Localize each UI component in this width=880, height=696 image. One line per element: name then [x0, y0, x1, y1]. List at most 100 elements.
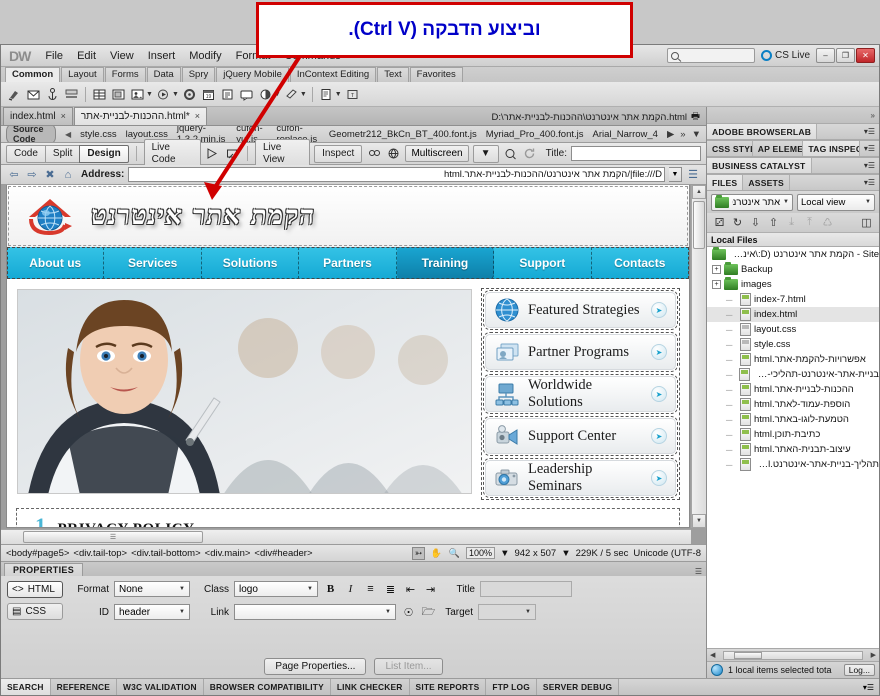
tree-item-layout-css[interactable]: ─ layout.css — [707, 322, 879, 337]
menu-view[interactable]: View — [103, 47, 141, 65]
widget-icon[interactable] — [181, 86, 198, 103]
panel-tab-business-catalyst[interactable]: BUSINESS CATALYST — [707, 158, 812, 173]
panel-tab-assets[interactable]: ASSETS — [743, 175, 790, 190]
address-input[interactable]: file:///D|/הקמת אתר אינטרנט/ההכנות-לבניי… — [128, 167, 665, 182]
tree-item-ktivat-tochen[interactable]: ─ כתיבת-תוכן.html — [707, 427, 879, 442]
page-properties-button[interactable]: Page Properties... — [264, 657, 367, 675]
chevron-right-icon[interactable]: ➤ — [651, 428, 667, 444]
css-mode-button[interactable]: ▤ CSS — [7, 603, 63, 620]
insert-tab-layout[interactable]: Layout — [61, 67, 104, 82]
document-tab-index[interactable]: index.html × — [3, 107, 73, 125]
view-selector[interactable]: Local view — [797, 193, 875, 211]
home-icon[interactable]: ⌂ — [61, 168, 75, 182]
design-view-button[interactable]: Design — [79, 144, 129, 163]
scroll-right-icon[interactable]: ▶ — [871, 651, 876, 659]
put-files-icon[interactable]: ⇧ — [767, 216, 780, 229]
source-code-button[interactable]: Source Code — [6, 126, 57, 142]
results-tab-server-debug[interactable]: SERVER DEBUG — [536, 679, 620, 695]
view-options-icon[interactable] — [366, 145, 382, 162]
search-input[interactable] — [666, 48, 755, 63]
script-icon[interactable] — [283, 86, 300, 103]
templates-dropdown-caret[interactable]: ▼ — [335, 91, 342, 98]
site-selector[interactable]: אתר אינטרנט — [711, 193, 793, 211]
zoom-tool-icon[interactable]: 🔍 — [448, 547, 461, 560]
window-size-select[interactable]: 942 x 507 — [514, 548, 556, 559]
feature-item-leadership-seminars[interactable]: Leadership Seminars ➤ — [483, 458, 678, 498]
nav-item-contacts[interactable]: Contacts — [592, 247, 689, 279]
scroll-up-icon[interactable]: ▲ — [692, 185, 706, 199]
tree-root-site[interactable]: Site - הקמת אתר אינטרנט (D:\אינטרנט\ — [707, 247, 879, 262]
code-view-button[interactable]: Code — [6, 144, 46, 163]
chevron-right-icon[interactable]: ➤ — [651, 386, 667, 402]
nav-item-support[interactable]: Support — [494, 247, 592, 279]
print-icon[interactable]: 🖶 — [691, 109, 700, 125]
tree-item-images[interactable]: + images — [707, 277, 879, 292]
horizontal-rule-icon[interactable] — [63, 86, 80, 103]
point-to-file-icon[interactable]: ☉ — [401, 605, 416, 620]
related-file-arial-narrow[interactable]: Arial_Narrow_4 — [593, 129, 658, 140]
select-tool-icon[interactable]: ➳ — [412, 546, 426, 560]
title-field-input[interactable] — [480, 581, 572, 597]
related-file-layout-css[interactable]: layout.css — [126, 129, 168, 140]
results-tab-browser-compatibility[interactable]: BROWSER COMPATIBILITY — [203, 679, 331, 695]
tree-item-hosafat-amud[interactable]: ─ הוספת-עמוד-לאתר.html — [707, 397, 879, 412]
multiscreen-button[interactable]: Multiscreen — [405, 145, 469, 162]
feature-item-support-center[interactable]: Support Center ➤ — [483, 416, 678, 456]
panel-tab-ap-elements[interactable]: AP ELEMENTS — [752, 141, 804, 156]
insert-tab-favorites[interactable]: Favorites — [409, 67, 463, 82]
comment-icon[interactable] — [238, 86, 255, 103]
menu-file[interactable]: File — [38, 47, 70, 65]
restore-button[interactable]: ❐ — [836, 48, 855, 63]
tag-body[interactable]: <body#page5> — [6, 548, 69, 559]
media-dropdown-caret[interactable]: ▼ — [172, 91, 179, 98]
panel-menu-icon[interactable]: ☰ — [695, 567, 706, 576]
tag-header[interactable]: <div#header> — [254, 548, 312, 559]
insert-div-icon[interactable] — [110, 86, 127, 103]
tree-item-style-css[interactable]: ─ style.css — [707, 337, 879, 352]
tree-item-hahachanot[interactable]: ─ ההכנות-לבניית-אתר.html — [707, 382, 879, 397]
feature-item-featured-strategies[interactable]: Featured Strategies ➤ — [483, 290, 678, 330]
insert-tab-spry[interactable]: Spry — [181, 67, 216, 82]
results-tab-reference[interactable]: REFERENCE — [50, 679, 118, 695]
media-icon[interactable] — [155, 86, 172, 103]
close-button[interactable]: ✕ — [856, 48, 875, 63]
script-dropdown-caret[interactable]: ▼ — [300, 91, 307, 98]
live-code-button[interactable]: Live Code — [143, 138, 201, 169]
panel-menu-icon[interactable]: ▾☰ — [860, 175, 879, 190]
log-button[interactable]: Log... — [843, 664, 875, 676]
feature-item-partner-programs[interactable]: Partner Programs ➤ — [483, 332, 678, 372]
nav-item-partners[interactable]: Partners — [299, 247, 397, 279]
panel-tab-css-styles[interactable]: CSS STYLES — [707, 141, 753, 156]
named-anchor-icon[interactable] — [44, 86, 61, 103]
results-tab-link-checker[interactable]: LINK CHECKER — [330, 679, 410, 695]
related-file-style-css[interactable]: style.css — [80, 129, 116, 140]
tab-properties[interactable]: PROPERTIES — [4, 563, 84, 576]
horizontal-scroll-thumb[interactable]: ☰ — [23, 531, 203, 543]
results-tab-site-reports[interactable]: SITE REPORTS — [409, 679, 487, 695]
insert-tab-common[interactable]: Common — [5, 67, 61, 82]
files-tree[interactable]: Site - הקמת אתר אינטרנט (D:\אינטרנט\ + B… — [707, 247, 879, 648]
insert-tab-incontext-editing[interactable]: InContext Editing — [289, 67, 377, 82]
insert-tab-jquery-mobile[interactable]: jQuery Mobile — [216, 67, 289, 82]
live-view-button[interactable]: Live View — [254, 138, 311, 169]
dock-collapse-icon[interactable]: » — [707, 107, 879, 123]
server-side-include-icon[interactable] — [219, 86, 236, 103]
related-file-myriad[interactable]: Myriad_Pro_400.font.js — [486, 129, 584, 140]
nav-item-about-us[interactable]: About us — [7, 247, 105, 279]
menu-modify[interactable]: Modify — [182, 47, 228, 65]
scroll-left-icon[interactable]: ◀ — [65, 130, 71, 139]
tree-item-bniyat-atar[interactable]: ─ בניית-אתר-אינטרנט-תהליכי-סיום.ל — [707, 367, 879, 382]
ordered-list-icon[interactable]: ≣ — [383, 582, 398, 597]
split-view-button[interactable]: Split — [44, 144, 81, 163]
connect-icon[interactable]: ⚂ — [713, 216, 726, 229]
menu-edit[interactable]: Edit — [70, 47, 103, 65]
chevron-right-icon[interactable]: ➤ — [651, 470, 667, 486]
minimize-button[interactable]: – — [816, 48, 835, 63]
tag-tail-bottom[interactable]: <div.tail-bottom> — [131, 548, 201, 559]
hyperlink-icon[interactable] — [6, 86, 23, 103]
tree-item-tahalich-bniya[interactable]: ─ תהליך-בניית-אתר-אינטרנט.html — [707, 457, 879, 472]
date-icon[interactable]: 19 — [200, 86, 217, 103]
get-files-icon[interactable]: ⇩ — [749, 216, 762, 229]
results-tab-ftp-log[interactable]: FTP LOG — [486, 679, 537, 695]
panel-menu-icon[interactable]: ▾☰ — [858, 679, 879, 695]
